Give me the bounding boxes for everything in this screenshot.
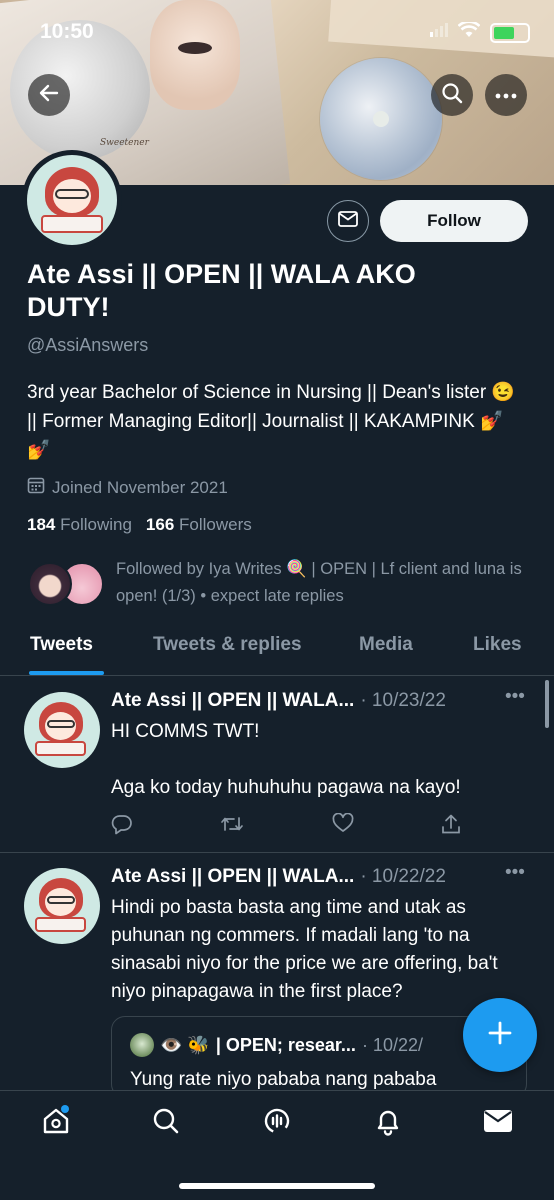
profile-tabs: Tweets Tweets & replies Media Likes: [0, 622, 554, 676]
tweet-1-line-2: Aga ko today huhuhuhu pagawa na kayo!: [111, 777, 461, 798]
signal-icon: [430, 23, 448, 42]
compose-tweet-button[interactable]: [463, 998, 537, 1072]
followed-by-avatar-1: [28, 562, 72, 606]
quoted-emojis: 👁️ 🐝: [160, 1034, 210, 1055]
nav-messages[interactable]: [482, 1107, 514, 1139]
tab-media[interactable]: Media: [359, 634, 413, 656]
follow-counts: 184 Following 166 Followers: [27, 515, 252, 535]
tweet-1-header: Ate Assi || OPEN || WALA... · 10/23/22: [111, 690, 446, 712]
follow-button[interactable]: Follow: [380, 200, 528, 242]
nav-home[interactable]: [40, 1105, 72, 1139]
message-button[interactable]: [327, 200, 369, 242]
tweet-2-header: Ate Assi || OPEN || WALA... · 10/22/22: [111, 866, 446, 888]
bell-icon: [374, 1106, 402, 1141]
calendar-icon: [27, 476, 45, 499]
banner-eye: [178, 42, 212, 54]
bottom-navigation: [0, 1090, 554, 1200]
home-indicator[interactable]: [179, 1183, 375, 1189]
nav-notifications[interactable]: [372, 1107, 404, 1139]
search-icon: [152, 1107, 180, 1140]
joined-text: Joined November 2021: [52, 477, 228, 497]
tweet-1-actions: [111, 812, 461, 840]
tweet-1-line-1: HI COMMS TWT!: [111, 721, 260, 742]
banner-vinyl: [320, 58, 442, 180]
spaces-icon: [262, 1106, 292, 1141]
back-button[interactable]: [28, 74, 70, 116]
quoted-date: · 10/22/: [361, 1034, 423, 1055]
tweet-2-date: · 10/22/22: [360, 866, 446, 887]
quoted-text: Yung rate niyo pababa nang pababa: [130, 1069, 437, 1090]
followers-count: 166: [145, 515, 175, 534]
nav-search[interactable]: [150, 1107, 182, 1139]
following-link[interactable]: 184 Following: [27, 515, 132, 535]
followers-link[interactable]: 166 Followers: [146, 515, 252, 535]
profile-avatar[interactable]: [22, 150, 122, 250]
wifi-icon: [457, 20, 481, 43]
tweet-2-text[interactable]: Hindi po basta basta ang time and utak a…: [111, 894, 531, 1006]
search-icon: [441, 82, 463, 109]
mail-icon: [483, 1108, 513, 1139]
tweet-1-text[interactable]: HI COMMS TWT! Aga ko today huhuhuhu paga…: [111, 718, 531, 802]
tweet-2-more-icon[interactable]: •••: [505, 862, 525, 884]
tweet-2-author[interactable]: Ate Assi || OPEN || WALA...: [111, 866, 354, 888]
scrollbar[interactable]: [545, 680, 549, 728]
banner-poster-text: Sweetener: [100, 138, 149, 148]
more-button[interactable]: [485, 74, 527, 116]
quoted-author: | OPEN; resear...: [215, 1034, 356, 1055]
retweet-icon[interactable]: [220, 813, 244, 840]
banner-face: [150, 0, 240, 110]
following-label: Following: [60, 515, 132, 534]
tab-tweets[interactable]: Tweets: [30, 634, 93, 656]
compose-plus-icon: [487, 1020, 513, 1051]
tweet-1-date: · 10/23/22: [360, 690, 446, 711]
avatar-image: [27, 155, 117, 245]
home-notification-dot: [61, 1105, 69, 1113]
tweet-1-more-icon[interactable]: •••: [505, 686, 525, 708]
quoted-tweet-header: 👁️ 🐝 | OPEN; resear... · 10/22/: [130, 1033, 423, 1057]
profile-handle: @AssiAnswers: [27, 335, 149, 355]
profile-bio: 3rd year Bachelor of Science in Nursing …: [27, 382, 516, 461]
tweet-2-avatar[interactable]: [24, 868, 100, 944]
tweet-divider: [0, 852, 554, 853]
tweet-1-avatar[interactable]: [24, 692, 100, 768]
joined-date: Joined November 2021: [27, 476, 228, 499]
search-button[interactable]: [431, 74, 473, 116]
followers-label: Followers: [179, 515, 252, 534]
following-count: 184: [27, 515, 56, 534]
tweet-1-author[interactable]: Ate Assi || OPEN || WALA...: [111, 690, 354, 712]
nav-spaces[interactable]: [261, 1107, 293, 1139]
active-tab-indicator: [29, 671, 104, 675]
more-icon: [495, 86, 517, 104]
like-icon[interactable]: [332, 812, 354, 840]
battery-icon: [490, 22, 530, 43]
mail-icon: [338, 210, 358, 232]
back-arrow-icon: [38, 82, 60, 109]
tab-likes[interactable]: Likes: [473, 634, 522, 656]
followed-by-text[interactable]: Followed by Iya Writes 🍭 | OPEN | Lf cli…: [116, 556, 526, 610]
quoted-avatar: [130, 1033, 154, 1057]
profile-name: Ate Assi || OPEN || WALA AKO DUTY!: [27, 259, 416, 322]
status-icons: [430, 20, 530, 43]
reply-icon[interactable]: [111, 813, 133, 840]
tab-tweets-replies[interactable]: Tweets & replies: [153, 634, 302, 656]
status-time: 10:50: [40, 20, 94, 43]
share-icon[interactable]: [441, 813, 461, 840]
